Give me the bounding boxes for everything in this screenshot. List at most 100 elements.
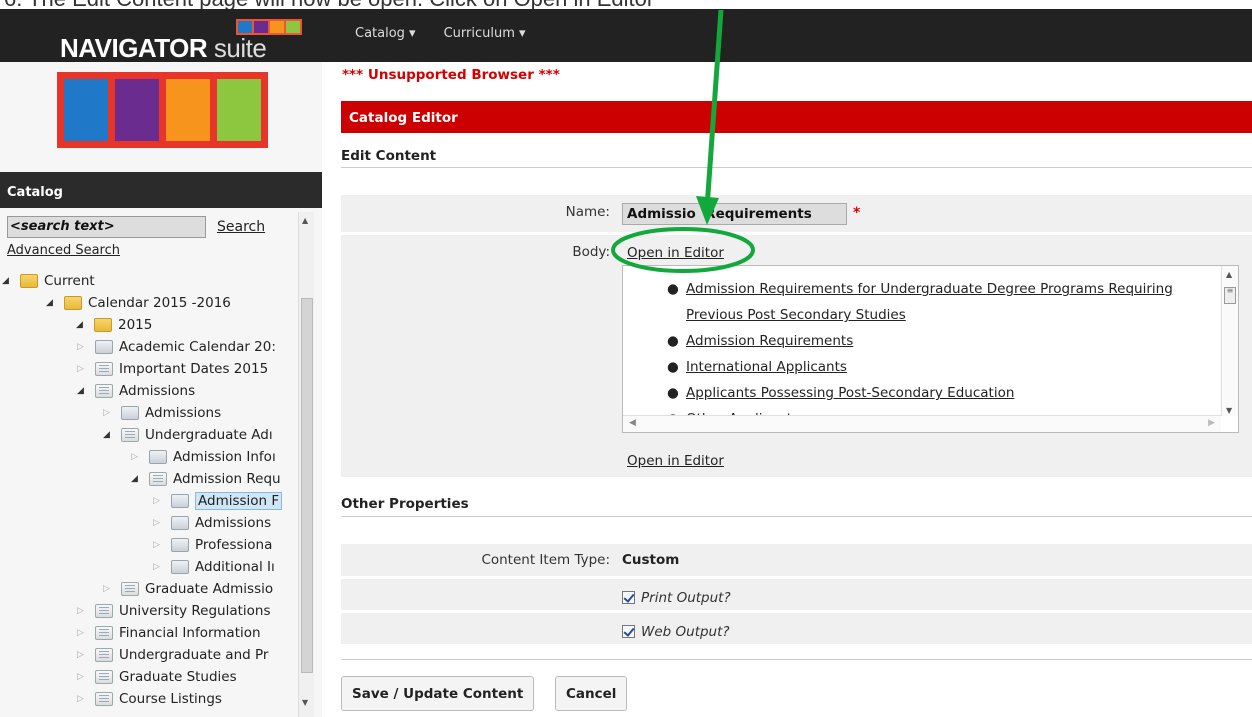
brand-name-bold: NAVIGATOR xyxy=(60,33,208,63)
print-output-row: Print Output? xyxy=(341,579,1252,610)
collapsed-arrow-icon[interactable]: ▷ xyxy=(153,562,165,572)
name-field[interactable]: Admissio Requirements xyxy=(622,203,847,225)
tree-item[interactable]: ◢ 2015 xyxy=(76,314,152,336)
web-output-row: Web Output? xyxy=(341,613,1252,644)
document-icon xyxy=(121,428,139,442)
brand-name-light: suite xyxy=(207,33,267,63)
body-list-item[interactable]: Previous Post Secondary Studies xyxy=(662,302,1173,328)
collapsed-arrow-icon[interactable]: ▷ xyxy=(77,650,89,660)
tree-item-label: Graduate Admissio xyxy=(145,581,274,597)
collapsed-arrow-icon[interactable]: ▷ xyxy=(153,540,165,550)
top-navbar: NAVIGATOR suite Catalog ▾ Curriculum ▾ xyxy=(0,9,1252,63)
collapsed-arrow-icon[interactable]: ▷ xyxy=(131,452,143,462)
nav-curriculum[interactable]: Curriculum ▾ xyxy=(444,26,526,41)
preview-horizontal-scrollbar[interactable]: ◀ ▶ xyxy=(623,415,1221,432)
tree-item[interactable]: ▷ Admission Infoı xyxy=(131,446,276,468)
scroll-thumb[interactable]: ≡ xyxy=(1224,287,1236,304)
body-preview: ● Admission Requirements for Undergraduat… xyxy=(622,265,1239,433)
collapsed-arrow-icon[interactable]: ▷ xyxy=(103,408,115,418)
tree-item[interactable]: ◢ Calendar 2015 -2016 xyxy=(46,292,231,314)
bullet-icon: ● xyxy=(667,333,679,349)
body-list-item[interactable]: ● International Applicants xyxy=(662,354,1173,380)
scroll-up-icon[interactable]: ▲ xyxy=(1226,270,1232,279)
tree-item[interactable]: ◢ Current xyxy=(2,272,95,292)
tree-item-label: Academic Calendar 20: xyxy=(119,339,276,355)
unsupported-browser-warning: *** Unsupported Browser *** xyxy=(342,67,560,83)
tree-item[interactable]: ▷ Important Dates 2015 xyxy=(77,358,268,380)
expanded-arrow-icon[interactable]: ◢ xyxy=(103,430,115,440)
scroll-thumb[interactable] xyxy=(301,298,313,673)
tree-item[interactable]: ▷ Admission F xyxy=(153,490,283,512)
search-input[interactable]: <search text> xyxy=(7,216,206,238)
body-list-item[interactable]: ● Admission Requirements for Undergraduat… xyxy=(662,276,1173,302)
tree-item[interactable]: ▷ Additional Iı xyxy=(153,556,275,578)
body-list-item-text: Previous Post Secondary Studies xyxy=(686,307,906,323)
expanded-arrow-icon[interactable]: ◢ xyxy=(77,386,89,396)
collapsed-arrow-icon[interactable]: ▷ xyxy=(77,672,89,682)
nav-catalog[interactable]: Catalog ▾ xyxy=(355,26,416,41)
collapsed-arrow-icon[interactable]: ▷ xyxy=(77,628,89,638)
tree-item[interactable]: ▷ Graduate Admissio xyxy=(103,578,273,600)
tree-item-label: Admissions xyxy=(195,515,272,531)
save-update-button[interactable]: Save / Update Content xyxy=(341,676,535,711)
tree-item[interactable]: ◢ Undergraduate Adı xyxy=(103,424,273,446)
tree-item-label: Admissions xyxy=(145,405,222,421)
tree-item[interactable]: ▷ Financial Information xyxy=(77,622,261,644)
expanded-arrow-icon[interactable]: ◢ xyxy=(46,298,58,308)
print-output-checkbox[interactable] xyxy=(622,591,635,604)
web-output-checkbox[interactable] xyxy=(622,625,635,638)
collapsed-arrow-icon[interactable]: ▷ xyxy=(153,518,165,528)
name-label: Name: xyxy=(565,204,610,220)
tree-item[interactable]: ▷ Undergraduate and Pr xyxy=(77,644,268,666)
tree-item-label: University Regulations xyxy=(119,603,271,619)
tree-item[interactable]: ▷ Admissions xyxy=(103,402,221,424)
divider xyxy=(341,167,1252,168)
web-output-label: Web Output? xyxy=(641,624,730,640)
print-output-label: Print Output? xyxy=(641,590,731,606)
scroll-down-icon[interactable]: ▼ xyxy=(302,698,308,707)
expanded-arrow-icon[interactable]: ◢ xyxy=(76,320,88,330)
open-in-editor-link-bottom[interactable]: Open in Editor xyxy=(627,453,724,469)
collapsed-arrow-icon[interactable]: ▷ xyxy=(103,584,115,594)
search-button[interactable]: Search xyxy=(217,219,265,235)
collapsed-arrow-icon[interactable]: ▷ xyxy=(153,496,165,506)
scroll-right-icon[interactable]: ▶ xyxy=(1208,418,1215,428)
cancel-button[interactable]: Cancel xyxy=(555,676,628,711)
body-list-item[interactable]: ● Admission Requirements xyxy=(662,328,1173,354)
catalog-editor-header: Catalog Editor xyxy=(341,101,1252,133)
tree-item-label: 2015 xyxy=(118,317,153,333)
scroll-left-icon[interactable]: ◀ xyxy=(629,418,636,428)
divider xyxy=(341,659,1252,660)
expanded-arrow-icon[interactable]: ◢ xyxy=(2,276,14,286)
tree-item[interactable]: ▷ Graduate Studies xyxy=(77,666,237,688)
tree-item[interactable]: ◢ Admission Requ xyxy=(131,468,281,490)
other-properties-heading: Other Properties xyxy=(341,496,469,512)
name-row: Name: Admissio Requirements * xyxy=(341,195,1252,232)
collapsed-arrow-icon[interactable]: ▷ xyxy=(77,606,89,616)
brand-squares-icon xyxy=(236,19,302,35)
folder-open-icon xyxy=(64,296,82,310)
open-in-editor-link[interactable]: Open in Editor xyxy=(627,245,724,261)
document-icon xyxy=(95,648,113,662)
tree-item[interactable]: ▷ Professiona xyxy=(153,534,272,556)
sidebar-scrollbar[interactable]: ▲ ▼ xyxy=(298,212,314,717)
tree-item[interactable]: ▷ Admissions xyxy=(153,512,271,534)
collapsed-arrow-icon[interactable]: ▷ xyxy=(77,364,89,374)
tree-item[interactable]: ◢ Admissions xyxy=(77,380,195,402)
collapsed-arrow-icon[interactable]: ▷ xyxy=(77,694,89,704)
tree-item-label: Current xyxy=(44,273,95,289)
document-icon xyxy=(95,362,113,376)
tree-item-label: Admission Requ xyxy=(173,471,281,487)
tree-item[interactable]: ▷ Course Listings xyxy=(77,688,222,710)
folder-open-icon xyxy=(20,274,38,288)
tree-item[interactable]: ▷ University Regulations xyxy=(77,600,271,622)
body-list-item[interactable]: ● Applicants Possessing Post-Secondary Ed… xyxy=(662,380,1173,406)
collapsed-arrow-icon[interactable]: ▷ xyxy=(77,342,89,352)
expanded-arrow-icon[interactable]: ◢ xyxy=(131,474,143,484)
preview-vertical-scrollbar[interactable]: ▲ ≡ ▼ xyxy=(1221,266,1238,416)
tree-item[interactable]: ▷ Academic Calendar 20: xyxy=(77,336,276,358)
advanced-search-link[interactable]: Advanced Search xyxy=(7,243,120,258)
instruction-text: 6. The Edit Content page will now be ope… xyxy=(4,0,654,9)
scroll-up-icon[interactable]: ▲ xyxy=(302,216,308,225)
scroll-down-icon[interactable]: ▼ xyxy=(1226,406,1232,415)
